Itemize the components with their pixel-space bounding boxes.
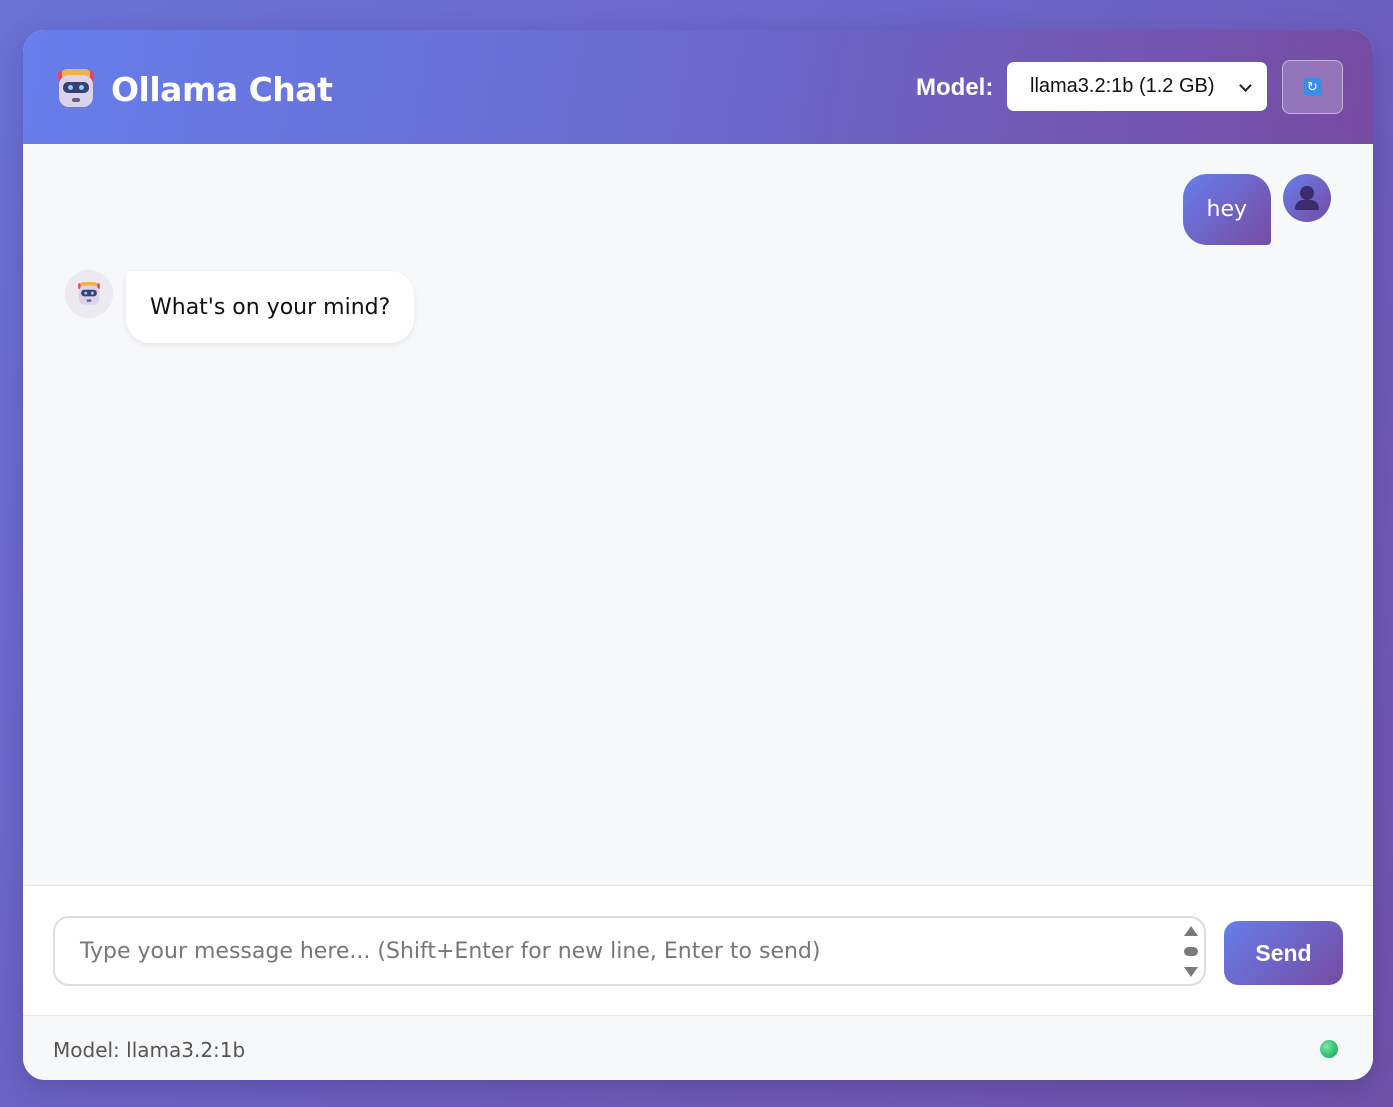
message-input-placeholder: Type your message here... (Shift+Enter f… xyxy=(80,938,821,964)
chat-window: Ollama Chat Model: llama3.2:1b (1.2 GB) … xyxy=(23,30,1373,1080)
arrow-down-icon[interactable] xyxy=(1184,967,1198,977)
status-bar: Model: llama3.2:1b xyxy=(23,1015,1373,1080)
scroll-thumb[interactable] xyxy=(1184,947,1198,956)
message-input[interactable]: Type your message here... (Shift+Enter f… xyxy=(53,916,1206,986)
robot-icon xyxy=(78,282,101,306)
assistant-message-bubble: What's on your mind? xyxy=(126,271,415,343)
arrow-up-icon[interactable] xyxy=(1184,926,1198,936)
model-select-value: llama3.2:1b (1.2 GB) xyxy=(1030,75,1215,97)
user-message-bubble: hey xyxy=(1182,174,1271,245)
messages-area[interactable]: hey What's on your mind? xyxy=(23,144,1373,885)
brand: Ollama Chat xyxy=(57,66,333,112)
app-header: Ollama Chat Model: llama3.2:1b (1.2 GB) … xyxy=(23,30,1373,144)
robot-icon xyxy=(57,69,95,109)
chevron-down-icon xyxy=(1239,80,1253,94)
send-button-label: Send xyxy=(1255,939,1312,966)
user-icon xyxy=(1283,174,1331,222)
refresh-models-button[interactable]: ↻ xyxy=(1282,60,1343,114)
status-text: Model: llama3.2:1b xyxy=(53,1038,246,1062)
textarea-scroll-spinner[interactable] xyxy=(1184,926,1198,978)
assistant-message-text: What's on your mind? xyxy=(150,294,391,320)
send-button[interactable]: Send xyxy=(1224,921,1343,985)
status-indicator-dot xyxy=(1320,1040,1338,1058)
model-select[interactable]: llama3.2:1b (1.2 GB) xyxy=(1007,62,1267,111)
refresh-icon: ↻ xyxy=(1303,78,1322,96)
user-message-text: hey xyxy=(1206,197,1248,222)
model-label: Model: xyxy=(916,74,994,101)
app-title: Ollama Chat xyxy=(111,69,333,109)
input-area: Type your message here... (Shift+Enter f… xyxy=(23,885,1373,1015)
assistant-avatar xyxy=(65,270,113,318)
